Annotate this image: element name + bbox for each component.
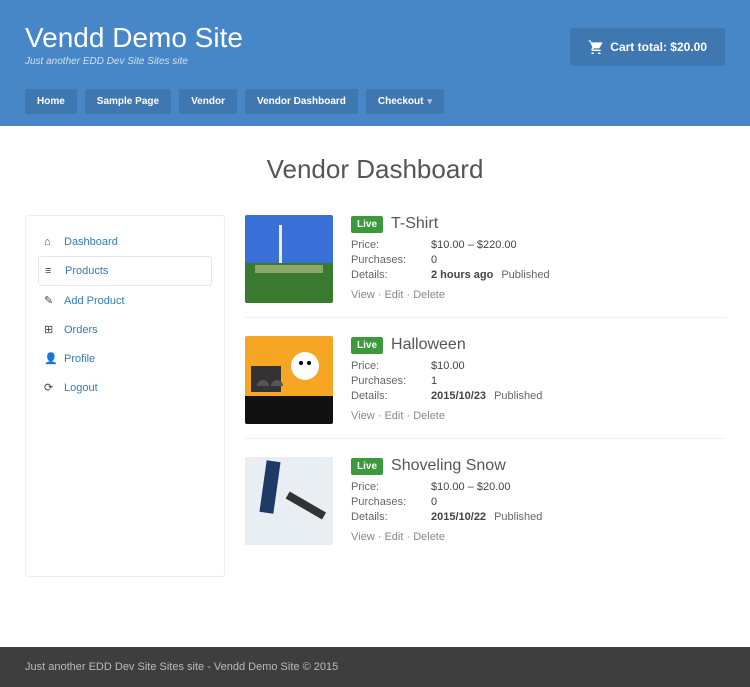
user-icon: 👤: [44, 352, 56, 365]
list-icon: ≡: [45, 265, 57, 277]
nav-home[interactable]: Home: [25, 89, 77, 114]
meta-value-time: 2015/10/22: [431, 511, 486, 523]
product-thumbnail[interactable]: [245, 336, 333, 424]
meta-value-purchases: 0: [431, 496, 437, 508]
meta-value-time: 2 hours ago: [431, 269, 493, 281]
cart-icon: [588, 40, 604, 54]
status-badge: Live: [351, 216, 383, 233]
meta-value-price: $10.00 – $20.00: [431, 481, 511, 493]
action-view[interactable]: View: [351, 531, 375, 543]
product-row: Live Shoveling Snow Price:$10.00 – $20.0…: [245, 457, 725, 559]
meta-label-purchases: Purchases:: [351, 254, 431, 266]
meta-label-purchases: Purchases:: [351, 496, 431, 508]
sidebar: ⌂Dashboard ≡Products ✎Add Product ⊞Order…: [25, 215, 225, 577]
product-thumbnail[interactable]: [245, 215, 333, 303]
product-title[interactable]: Shoveling Snow: [391, 457, 506, 475]
meta-label-price: Price:: [351, 481, 431, 493]
sidebar-item-orders[interactable]: ⊞Orders: [38, 315, 212, 344]
status-badge: Live: [351, 337, 383, 354]
sidebar-item-products[interactable]: ≡Products: [38, 256, 212, 286]
page-title: Vendor Dashboard: [0, 154, 750, 185]
meta-label-details: Details:: [351, 511, 431, 523]
meta-label-purchases: Purchases:: [351, 375, 431, 387]
meta-value-status: Published: [494, 390, 542, 402]
meta-value-price: $10.00 – $220.00: [431, 239, 517, 251]
action-delete[interactable]: Delete: [413, 410, 445, 422]
meta-value-purchases: 0: [431, 254, 437, 266]
primary-nav: Home Sample Page Vendor Vendor Dashboard…: [25, 89, 725, 126]
home-icon: ⌂: [44, 236, 56, 248]
nav-sample-page[interactable]: Sample Page: [85, 89, 171, 114]
product-thumbnail[interactable]: [245, 457, 333, 545]
action-view[interactable]: View: [351, 410, 375, 422]
meta-label-price: Price:: [351, 239, 431, 251]
action-delete[interactable]: Delete: [413, 531, 445, 543]
product-title[interactable]: Halloween: [391, 336, 466, 354]
meta-value-status: Published: [494, 511, 542, 523]
footer-text: Just another EDD Dev Site Sites site - V…: [25, 661, 725, 673]
action-view[interactable]: View: [351, 289, 375, 301]
product-title[interactable]: T-Shirt: [391, 215, 438, 233]
chevron-down-icon: ▾: [427, 96, 432, 106]
action-edit[interactable]: Edit: [384, 289, 403, 301]
sidebar-item-profile[interactable]: 👤Profile: [38, 344, 212, 373]
status-badge: Live: [351, 458, 383, 475]
cart-button[interactable]: Cart total: $20.00: [570, 28, 725, 66]
logout-icon: ⟳: [44, 381, 56, 394]
action-edit[interactable]: Edit: [384, 531, 403, 543]
action-delete[interactable]: Delete: [413, 289, 445, 301]
product-row: Live Halloween Price:$10.00 Purchases:1 …: [245, 336, 725, 439]
meta-label-details: Details:: [351, 390, 431, 402]
footer: Just another EDD Dev Site Sites site - V…: [0, 647, 750, 687]
meta-label-price: Price:: [351, 360, 431, 372]
meta-value-price: $10.00: [431, 360, 465, 372]
product-list: Live T-Shirt Price:$10.00 – $220.00 Purc…: [245, 215, 725, 577]
meta-value-status: Published: [501, 269, 549, 281]
grid-icon: ⊞: [44, 323, 56, 336]
nav-vendor[interactable]: Vendor: [179, 89, 237, 114]
nav-checkout[interactable]: Checkout▾: [366, 89, 444, 114]
meta-value-time: 2015/10/23: [431, 390, 486, 402]
action-edit[interactable]: Edit: [384, 410, 403, 422]
sidebar-item-add-product[interactable]: ✎Add Product: [38, 286, 212, 315]
product-row: Live T-Shirt Price:$10.00 – $220.00 Purc…: [245, 215, 725, 318]
meta-value-purchases: 1: [431, 375, 437, 387]
sidebar-item-logout[interactable]: ⟳Logout: [38, 373, 212, 402]
sidebar-item-dashboard[interactable]: ⌂Dashboard: [38, 228, 212, 256]
nav-vendor-dashboard[interactable]: Vendor Dashboard: [245, 89, 358, 114]
pencil-icon: ✎: [44, 294, 56, 307]
cart-label: Cart total: $20.00: [610, 40, 707, 54]
meta-label-details: Details:: [351, 269, 431, 281]
